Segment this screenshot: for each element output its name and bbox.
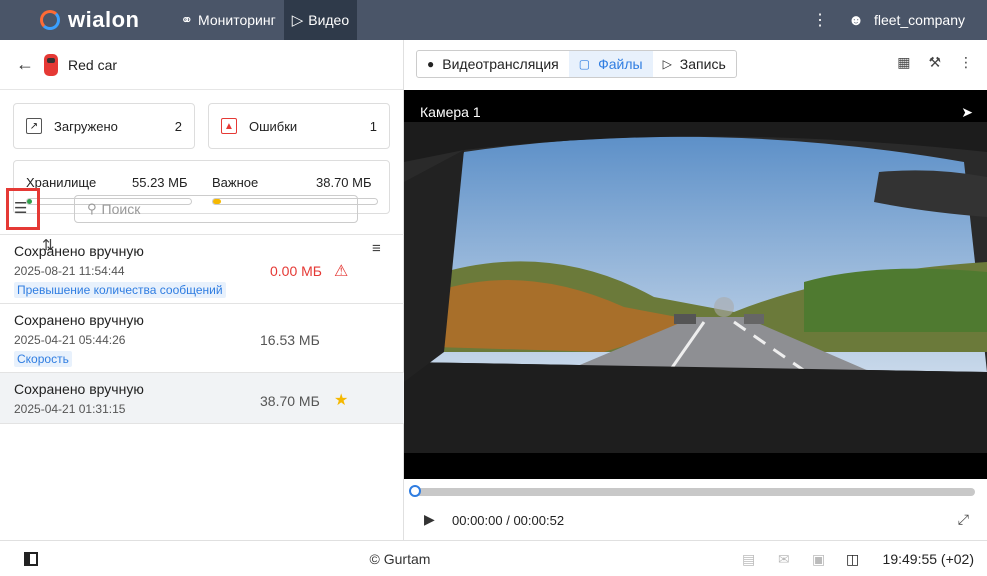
- wrench-icon[interactable]: ⚒: [928, 54, 941, 71]
- errors-label: Ошибки: [249, 118, 298, 134]
- map-icon[interactable]: ▦: [897, 54, 910, 71]
- file-tag: Скорость: [14, 351, 72, 367]
- video-player[interactable]: Камера 1 ➤: [404, 90, 987, 479]
- important-label: Важное: [212, 175, 259, 190]
- message-icon[interactable]: ▤: [742, 551, 755, 568]
- camera-label: Камера 1: [420, 104, 481, 120]
- file-title: Сохранено вручную: [14, 381, 144, 397]
- record-dot-icon: ●: [427, 57, 435, 71]
- uploaded-count: 2: [174, 118, 182, 134]
- tab-files[interactable]: ▢ Файлы: [568, 51, 653, 77]
- errors-count: 1: [369, 118, 377, 134]
- image-icon[interactable]: ▣: [812, 551, 825, 568]
- progress-track[interactable]: [414, 488, 975, 496]
- nav-monitoring-label: Мониторинг: [198, 12, 276, 28]
- more-menu-icon[interactable]: ⋮: [812, 10, 828, 30]
- logo-mark-icon: [40, 10, 60, 30]
- search-icon: ⚲: [87, 201, 97, 216]
- video-camera-icon: ▷: [291, 12, 304, 29]
- logo-text: wialon: [68, 7, 140, 32]
- fullscreen-icon[interactable]: ⤢: [958, 511, 969, 528]
- play-icon[interactable]: ▶: [424, 511, 435, 528]
- tab-files-label: Файлы: [598, 56, 643, 72]
- file-list: Сохранено вручную 2025-08-21 11:54:44 Пр…: [0, 234, 404, 424]
- back-arrow-icon[interactable]: ←: [16, 54, 34, 75]
- progress-knob[interactable]: [409, 485, 421, 497]
- file-title: Сохранено вручную: [14, 312, 144, 328]
- tab-live-label: Видеотрансляция: [442, 56, 559, 72]
- search-input[interactable]: ⚲ Поиск: [74, 195, 358, 223]
- layout-icon[interactable]: ◫: [846, 551, 859, 568]
- globe-icon: ⚭: [180, 12, 194, 29]
- clock: 19:49:55 (+02): [882, 551, 974, 567]
- car-icon: [44, 53, 58, 76]
- list-item[interactable]: Сохранено вручную 2025-04-21 05:44:26 Ск…: [0, 303, 404, 372]
- star-icon[interactable]: ★: [334, 390, 348, 410]
- mail-icon[interactable]: ✉: [778, 551, 790, 568]
- user-name[interactable]: fleet_company: [874, 12, 965, 28]
- file-size: 38.70 МБ: [260, 393, 320, 409]
- uploaded-card[interactable]: ↗ Загружено 2: [13, 103, 195, 149]
- footer: © Gurtam ▤ ✉ ▣ ◫ 19:49:55 (+02): [0, 540, 987, 576]
- unit-name: Red car: [68, 56, 118, 73]
- share-icon[interactable]: ➤: [961, 104, 973, 121]
- unit-header: ← Red car: [0, 40, 403, 90]
- nav-monitoring[interactable]: ⚭ Мониторинг: [172, 0, 283, 40]
- multi-select-button[interactable]: ☰: [6, 188, 40, 230]
- file-tag: Превышение количества сообщений: [14, 282, 226, 298]
- storage-value: 55.23 МБ: [132, 175, 188, 190]
- tab-record[interactable]: ▷ Запись: [653, 51, 736, 77]
- search-placeholder: Поиск: [101, 201, 141, 217]
- file-date: 2025-04-21 05:44:26: [14, 333, 126, 347]
- nav-video-label: Видео: [308, 12, 350, 28]
- uploaded-label: Загружено: [54, 118, 118, 134]
- upload-file-icon: ↗: [26, 118, 42, 134]
- top-bar: wialon ⚭ Мониторинг ▷ Видео ⋮ ☻ fleet_co…: [0, 0, 987, 40]
- tab-record-label: Запись: [679, 56, 726, 72]
- video-mode-tabs: ● Видеотрансляция ▢ Файлы ▷ Запись: [416, 50, 737, 78]
- tab-live[interactable]: ● Видеотрансляция: [417, 51, 569, 77]
- file-size: 16.53 МБ: [260, 332, 320, 348]
- important-value: 38.70 МБ: [316, 175, 372, 190]
- file-date: 2025-08-21 11:54:44: [14, 264, 125, 278]
- file-size: 0.00 МБ: [270, 263, 322, 279]
- copyright: © Gurtam: [369, 551, 431, 567]
- user-icon[interactable]: ☻: [848, 12, 864, 29]
- list-item-selected[interactable]: Сохранено вручную 2025-04-21 01:31:15 38…: [0, 372, 404, 424]
- list-item[interactable]: Сохранено вручную 2025-08-21 11:54:44 Пр…: [0, 234, 404, 303]
- player-controls: ▶ 00:00:00 / 00:00:52 ⤢: [404, 479, 987, 540]
- wialon-logo[interactable]: wialon: [40, 0, 139, 40]
- nav-video[interactable]: ▷ Видео: [283, 0, 358, 40]
- checklist-icon: ☰: [14, 200, 28, 217]
- playback-time: 00:00:00 / 00:00:52: [452, 513, 565, 528]
- more-options-icon[interactable]: ⋮: [959, 54, 973, 71]
- record-icon: ▷: [662, 57, 672, 71]
- warning-icon: ▲: [221, 118, 237, 134]
- upload-error-icon[interactable]: ⚠: [334, 261, 348, 281]
- file-icon: ▢: [578, 57, 591, 71]
- errors-card[interactable]: ▲ Ошибки 1: [208, 103, 390, 149]
- file-date: 2025-04-21 01:31:15: [14, 402, 126, 416]
- video-frame: [404, 122, 987, 453]
- file-title: Сохранено вручную: [14, 243, 144, 259]
- video-header: ● Видеотрансляция ▢ Файлы ▷ Запись ▦ ⚒ ⋮: [404, 40, 987, 90]
